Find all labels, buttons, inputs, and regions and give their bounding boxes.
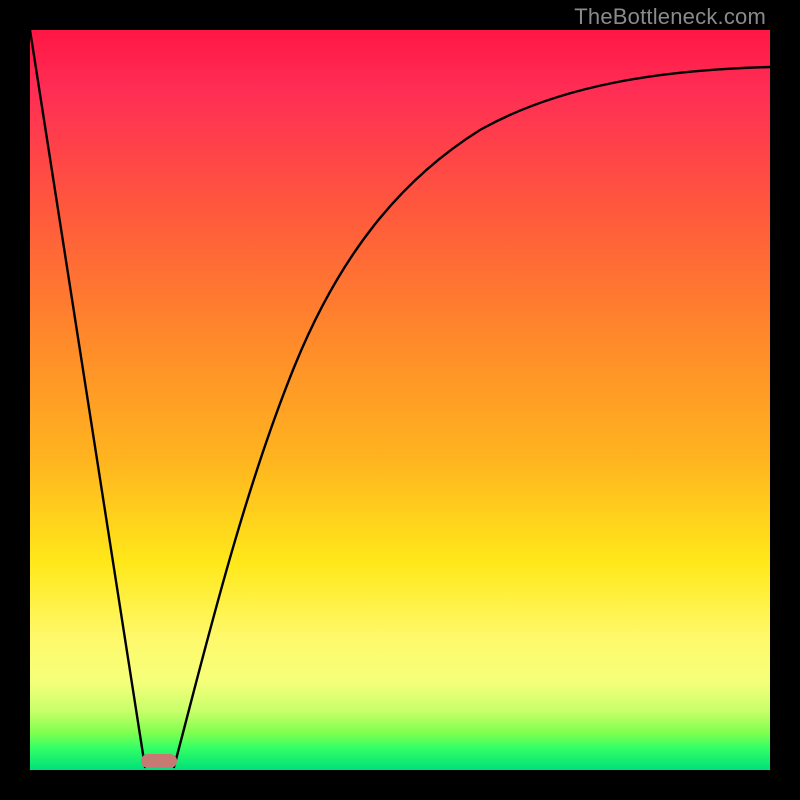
curve-right-rise — [174, 67, 770, 767]
curve-layer — [30, 30, 770, 770]
chart-frame: TheBottleneck.com — [0, 0, 800, 800]
curve-left-descent — [30, 30, 145, 767]
notch-marker — [141, 754, 177, 768]
watermark-text: TheBottleneck.com — [574, 4, 766, 30]
plot-area — [30, 30, 770, 770]
